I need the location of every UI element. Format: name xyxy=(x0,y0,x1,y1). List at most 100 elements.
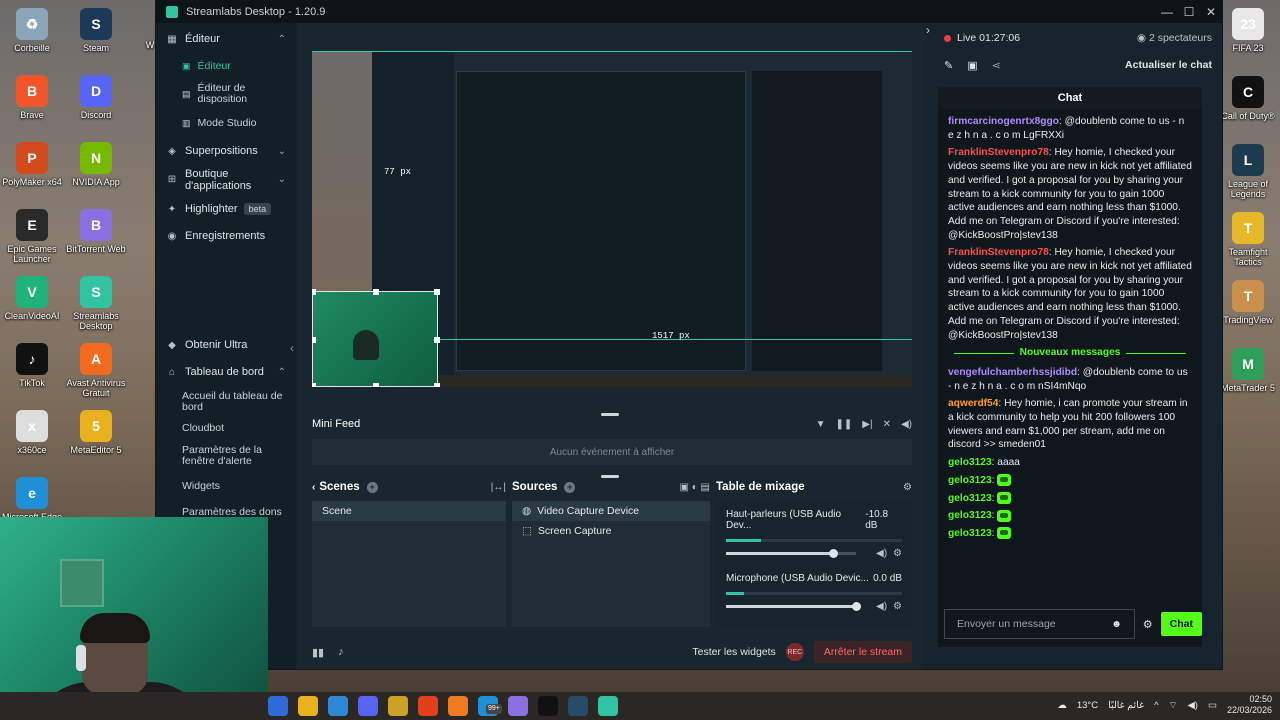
chrome-icon[interactable] xyxy=(448,696,468,716)
pause-icon[interactable]: ❚❚ xyxy=(836,419,853,430)
clock[interactable]: 02:50 22/03/2026 xyxy=(1227,694,1272,716)
desktop-shortcut[interactable]: ♪ TikTok xyxy=(0,343,64,388)
add-scene-button[interactable]: + xyxy=(366,481,378,493)
send-chat-button[interactable]: Chat xyxy=(1160,612,1202,636)
desktop-shortcut[interactable]: N NVIDIA App xyxy=(64,142,128,187)
resize-handle[interactable] xyxy=(312,289,316,295)
edge-taskbar-icon[interactable]: 99+ xyxy=(478,696,502,716)
desktop-shortcut[interactable]: E Epic Games Launcher xyxy=(0,209,64,264)
skip-icon[interactable]: ▶| xyxy=(862,419,872,430)
tray-arrow-icon[interactable]: ^ xyxy=(1154,700,1158,711)
sidebar-item-tableau[interactable]: ⌂ Tableau de bord ⌃ xyxy=(156,361,296,383)
wow-icon[interactable] xyxy=(388,696,408,716)
desktop-shortcut[interactable]: V CleanVideoAI xyxy=(0,276,64,321)
desktop-shortcut[interactable]: ♻ Corbeille xyxy=(0,8,64,53)
source-folder-icon[interactable]: ▣ ◐ ▤ xyxy=(680,482,711,493)
desktop-shortcut[interactable]: B Brave xyxy=(0,75,64,120)
desktop-shortcut[interactable]: D Discord xyxy=(64,75,128,120)
sidebar-item-enregistrements[interactable]: ◉ Enregistrements xyxy=(156,223,296,249)
network-icon[interactable]: ⌔ xyxy=(1169,700,1178,711)
resize-handle[interactable] xyxy=(312,337,316,343)
resize-handle[interactable] xyxy=(373,289,379,295)
mute-icon[interactable]: ◀) xyxy=(876,601,887,612)
performance-icon[interactable]: ▮▮ xyxy=(312,646,324,659)
collapse-icon[interactable]: ‹ xyxy=(312,482,315,493)
sidebar-subitem-cloudbot[interactable]: Cloudbot xyxy=(156,417,296,439)
test-widgets-button[interactable]: Tester les widgets xyxy=(692,646,775,658)
desktop-shortcut[interactable]: L League of Legends xyxy=(1216,144,1280,199)
sound-icon[interactable]: ◀) xyxy=(1187,700,1197,711)
resize-handle[interactable] xyxy=(373,383,379,387)
stop-stream-button[interactable]: Arrêter le stream xyxy=(813,641,912,663)
store-icon[interactable] xyxy=(328,696,348,716)
desktop-shortcut[interactable]: x x360ce xyxy=(0,410,64,455)
sidebar-subitem-alert[interactable]: Paramètres de la fenêtre d'alerte xyxy=(156,439,296,473)
scene-item[interactable]: Scene xyxy=(312,501,506,521)
expand-panel-icon[interactable]: › xyxy=(926,23,930,37)
chat-username[interactable]: firmcarcinogenrtx8ggo xyxy=(948,116,1059,127)
sidebar-item-editeur[interactable]: ▦ Éditeur ⌃ xyxy=(156,23,296,55)
discord-taskbar-icon[interactable] xyxy=(358,696,378,716)
desktop-shortcut[interactable]: M MetaTrader 5 xyxy=(1216,348,1280,393)
resize-handle[interactable] xyxy=(434,337,440,343)
chat-username[interactable]: vengefulchamberhssjidibd xyxy=(948,367,1077,378)
volume-icon[interactable]: ◀) xyxy=(901,419,912,430)
desktop-shortcut[interactable]: S Steam xyxy=(64,8,128,53)
mute-alerts-icon[interactable]: ✕ xyxy=(883,419,891,430)
resize-handle[interactable] xyxy=(434,383,440,387)
streamlabs-taskbar-icon[interactable] xyxy=(598,696,618,716)
desktop-shortcut[interactable]: T TradingView xyxy=(1216,280,1280,325)
desktop-shortcut[interactable]: T Teamfight Tactics xyxy=(1216,212,1280,267)
record-button[interactable]: REC xyxy=(785,643,804,661)
desktop-shortcut[interactable]: C Call of Duty® xyxy=(1216,76,1280,121)
mixer-settings-icon[interactable]: ⚙ xyxy=(903,482,912,493)
volume-knob[interactable] xyxy=(828,549,838,558)
file-explorer-icon[interactable] xyxy=(298,696,318,716)
desktop-shortcut[interactable]: 5 MetaEditor 5 xyxy=(64,410,128,455)
edit-icon[interactable]: ✎ xyxy=(944,59,953,72)
desktop-shortcut[interactable]: S Streamlabs Desktop xyxy=(64,276,128,331)
volume-knob[interactable] xyxy=(852,602,861,611)
desktop-shortcut[interactable]: B BitTorrent Web xyxy=(64,209,128,254)
volume-slider[interactable] xyxy=(726,602,861,611)
desktop-shortcut[interactable]: 23 FIFA 23 xyxy=(1216,8,1280,53)
sidebar-subitem-widgets[interactable]: Widgets xyxy=(156,473,296,499)
sidebar-item-boutique[interactable]: ⊞ Boutique d'applications ⌄ xyxy=(156,165,296,195)
refresh-chat-button[interactable]: Actualiser le chat xyxy=(1125,59,1212,71)
webcam-source[interactable] xyxy=(312,289,440,387)
tiktok-taskbar-icon[interactable] xyxy=(538,696,558,716)
scene-collection-icon[interactable]: |↔| xyxy=(491,482,506,493)
weather-icon[interactable]: ☁ xyxy=(1057,700,1067,711)
sidebar-item-superpositions[interactable]: ◈ Superpositions ⌄ xyxy=(156,137,296,165)
sidebar-subitem-studio[interactable]: ▥ Mode Studio xyxy=(156,111,296,135)
chat-username[interactable]: FranklinStevenpro78 xyxy=(948,147,1049,158)
chat-input[interactable]: Envoyer un message ☻ xyxy=(944,609,1135,639)
chat-username[interactable]: aqwerdf54 xyxy=(948,398,998,409)
sidebar-item-obtenir-ultra[interactable]: ◆ Obtenir Ultra xyxy=(156,335,296,355)
desktop-shortcut[interactable]: A Avast Antivirus Gratuit xyxy=(64,343,128,398)
resize-handle[interactable] xyxy=(434,289,440,295)
close-button[interactable]: ✕ xyxy=(1200,5,1222,19)
sidebar-subitem-editeur[interactable]: ▣ Éditeur xyxy=(156,55,296,77)
sidebar-item-highlighter[interactable]: ✦ Highlighter beta xyxy=(156,195,296,223)
sidebar-subitem-layout[interactable]: ▤ Éditeur de disposition xyxy=(156,77,296,111)
maximize-button[interactable]: ☐ xyxy=(1178,5,1200,19)
camera-icon[interactable]: ▣ xyxy=(967,59,977,72)
opera-icon[interactable] xyxy=(418,696,438,716)
bittorrent-taskbar-icon[interactable] xyxy=(508,696,528,716)
search-icon[interactable] xyxy=(268,696,288,716)
mute-icon[interactable]: ◀) xyxy=(876,548,887,559)
chat-username[interactable]: gelo3123 xyxy=(948,457,992,468)
battery-icon[interactable]: ▭ xyxy=(1208,700,1217,711)
emoji-icon[interactable]: ☻ xyxy=(1111,619,1122,630)
chat-username[interactable]: gelo3123 xyxy=(948,528,992,539)
channel-settings-icon[interactable]: ⚙ xyxy=(893,601,902,612)
resize-handle[interactable] xyxy=(312,383,316,387)
desktop-shortcut[interactable]: P PolyMaker x64 xyxy=(0,142,64,187)
filter-icon[interactable]: ▼ xyxy=(816,419,826,430)
notifications-icon[interactable]: ♪ xyxy=(338,646,344,659)
share-icon[interactable]: ⋖ xyxy=(992,59,1001,72)
sidebar-subitem-accueil[interactable]: Accueil du tableau de bord xyxy=(156,387,296,417)
volume-slider[interactable] xyxy=(726,549,856,558)
add-source-button[interactable]: + xyxy=(564,481,576,493)
